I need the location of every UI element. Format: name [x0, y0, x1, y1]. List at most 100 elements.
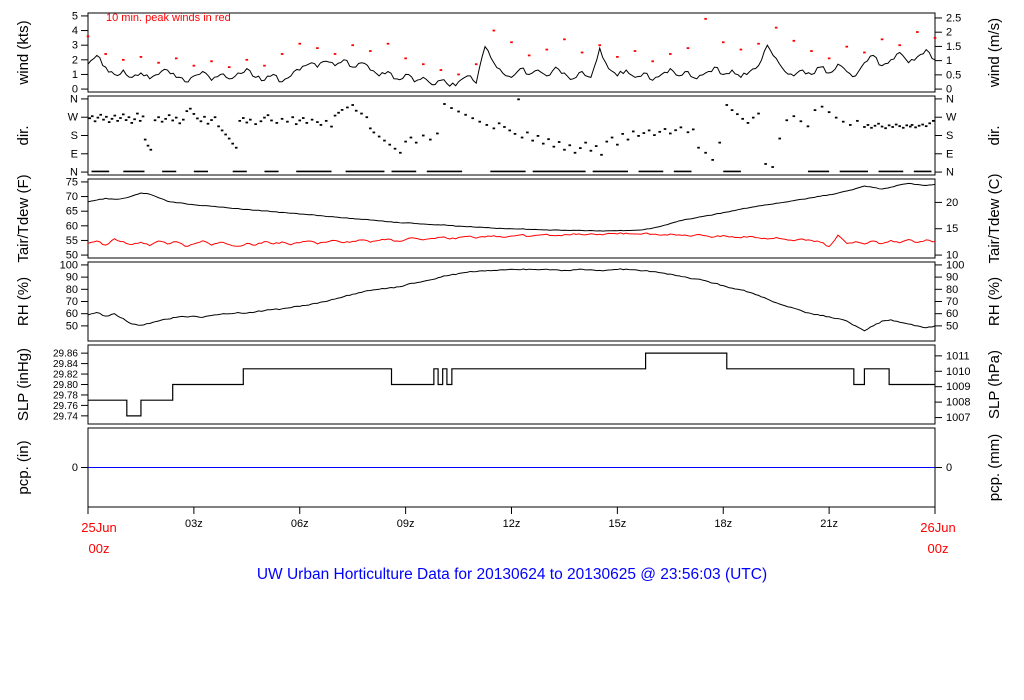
- wind-direction-deg: [160, 120, 164, 123]
- rh-right-tick-label: 90: [946, 272, 958, 284]
- wind-direction-deg: [414, 141, 418, 144]
- wind-direction-deg: [778, 137, 782, 140]
- wind-direction-deg: [354, 109, 358, 112]
- wind-direction-deg: [99, 113, 103, 116]
- wind-direction-deg: [143, 138, 147, 141]
- wind-direction-deg: [203, 115, 206, 118]
- wind-direction-deg: [436, 132, 439, 135]
- slp-right-tick-label: 1011: [946, 350, 970, 362]
- wind-direction-deg: [337, 111, 340, 114]
- peak-wind-kts: [863, 51, 866, 54]
- x-tick-label: 03z: [185, 518, 203, 530]
- wind-direction-deg: [605, 140, 609, 143]
- pcp-left-tick-label: 0: [72, 462, 78, 474]
- wind-direction-deg: [704, 151, 707, 154]
- pcp-ylabel-left: pcp. (in): [15, 440, 32, 494]
- wind-direction-deg: [206, 122, 210, 125]
- wind-direction-deg: [280, 117, 284, 120]
- rh-ylabel-left: RH (%): [15, 277, 32, 326]
- x-end-date-label: 26Jun: [920, 520, 955, 535]
- x-start-hour-label: 00z: [89, 541, 110, 556]
- panel-rh: 50607080901005060708090100RH (%) RH (%): [15, 259, 1003, 342]
- peak-wind-kts: [333, 53, 337, 55]
- rh-ylabel-right: RH (%): [986, 277, 1003, 326]
- wind-direction-deg: [167, 114, 171, 117]
- wind-direction-deg: [573, 151, 577, 154]
- wind-direction-deg: [806, 125, 810, 128]
- peak-wind-kts: [704, 17, 707, 20]
- wind-direction-deg: [316, 121, 319, 123]
- wind-direction-deg: [764, 163, 767, 165]
- wind-direction-deg: [503, 126, 506, 128]
- peak-wind-kts: [739, 48, 743, 51]
- peak-wind-kts: [792, 39, 796, 42]
- wind-direction-deg: [557, 141, 561, 143]
- wind-direction-deg: [563, 148, 566, 151]
- peak-wind-kts: [545, 48, 549, 51]
- wind-direction-deg: [369, 127, 372, 130]
- wind-direction-deg: [508, 129, 512, 132]
- peak-wind-kts: [633, 50, 637, 52]
- wind-direction-deg: [266, 114, 270, 117]
- peak-wind-kts: [810, 50, 813, 52]
- wind-direction-deg: [241, 117, 245, 119]
- wind-left-tick-label: 3: [72, 40, 78, 52]
- wind-direction-deg: [863, 126, 866, 128]
- wind-direction-deg: [259, 120, 263, 123]
- wind-direction-deg: [153, 119, 157, 122]
- rh-right-tick-label: 70: [946, 296, 958, 308]
- wind-direction-deg: [157, 116, 160, 119]
- peak-wind-kts: [227, 66, 231, 69]
- sea-level-pressure-inhg: [88, 352, 935, 417]
- peak-wind-kts: [686, 47, 690, 50]
- wind-direction-deg: [579, 147, 582, 149]
- wind-direction-deg: [249, 118, 252, 121]
- peak-wind-kts: [669, 53, 672, 55]
- wind-direction-deg: [910, 124, 914, 126]
- wind-direction-deg: [110, 117, 114, 120]
- panel-temp: 505560657075101520Tair/Tdew (F) Tair/Tdew…: [15, 173, 1003, 263]
- wind-direction-deg: [898, 125, 902, 128]
- dir-ylabel-left: dir.: [15, 125, 32, 145]
- wind-direction-deg: [526, 131, 529, 134]
- wind-direction-deg: [616, 143, 619, 146]
- slp-left-tick-label: 29.78: [53, 390, 78, 401]
- peak-wind-kts: [880, 38, 884, 41]
- wind-direction-deg: [234, 146, 238, 149]
- peak-wind-kts: [421, 63, 425, 66]
- wind-direction-deg: [741, 117, 744, 120]
- wind-direction-deg: [90, 115, 94, 118]
- x-tick-label: 12z: [503, 518, 521, 530]
- wind-direction-deg: [121, 113, 125, 116]
- wind-direction-deg: [478, 120, 482, 123]
- wind-direction-deg: [220, 129, 224, 132]
- x-end-hour-label: 00z: [928, 541, 949, 556]
- dir-left-tick-label: E: [71, 148, 78, 160]
- pcp-ylabel-right: pcp. (mm): [986, 434, 1003, 502]
- wind-direction-deg: [409, 136, 413, 139]
- wind-direction-deg: [181, 118, 185, 121]
- wind-direction-deg: [324, 119, 328, 122]
- wind-direction-deg: [238, 119, 242, 122]
- rh-right-tick-label: 50: [946, 320, 958, 332]
- meteogram-chart: 01234500.511.522.5wind (kts) wind (m/s)NE…: [15, 10, 1003, 556]
- wind-direction-deg: [199, 120, 203, 123]
- wind-direction-deg: [146, 144, 150, 147]
- wind-direction-deg: [383, 139, 386, 142]
- wind-direction-deg: [305, 122, 309, 124]
- rh-left-tick-label: 80: [66, 284, 78, 296]
- wind-direction-deg: [372, 131, 376, 134]
- wind-direction-deg: [164, 117, 167, 120]
- peak-winds-annotation: 10 min. peak winds in red: [106, 12, 231, 24]
- peak-wind-kts: [404, 57, 407, 60]
- wind-direction-deg: [178, 122, 182, 125]
- peak-wind-kts: [245, 58, 249, 61]
- wind-direction-deg: [270, 119, 273, 122]
- wind-direction-deg: [333, 114, 337, 117]
- dir-left-tick-label: S: [71, 130, 78, 142]
- slp-left-tick-label: 29.86: [53, 349, 78, 360]
- rh-right-tick-label: 100: [946, 259, 964, 271]
- wind-direction-deg: [711, 158, 714, 161]
- wind-left-tick-label: 2: [72, 54, 78, 66]
- wind-direction-deg: [346, 106, 349, 109]
